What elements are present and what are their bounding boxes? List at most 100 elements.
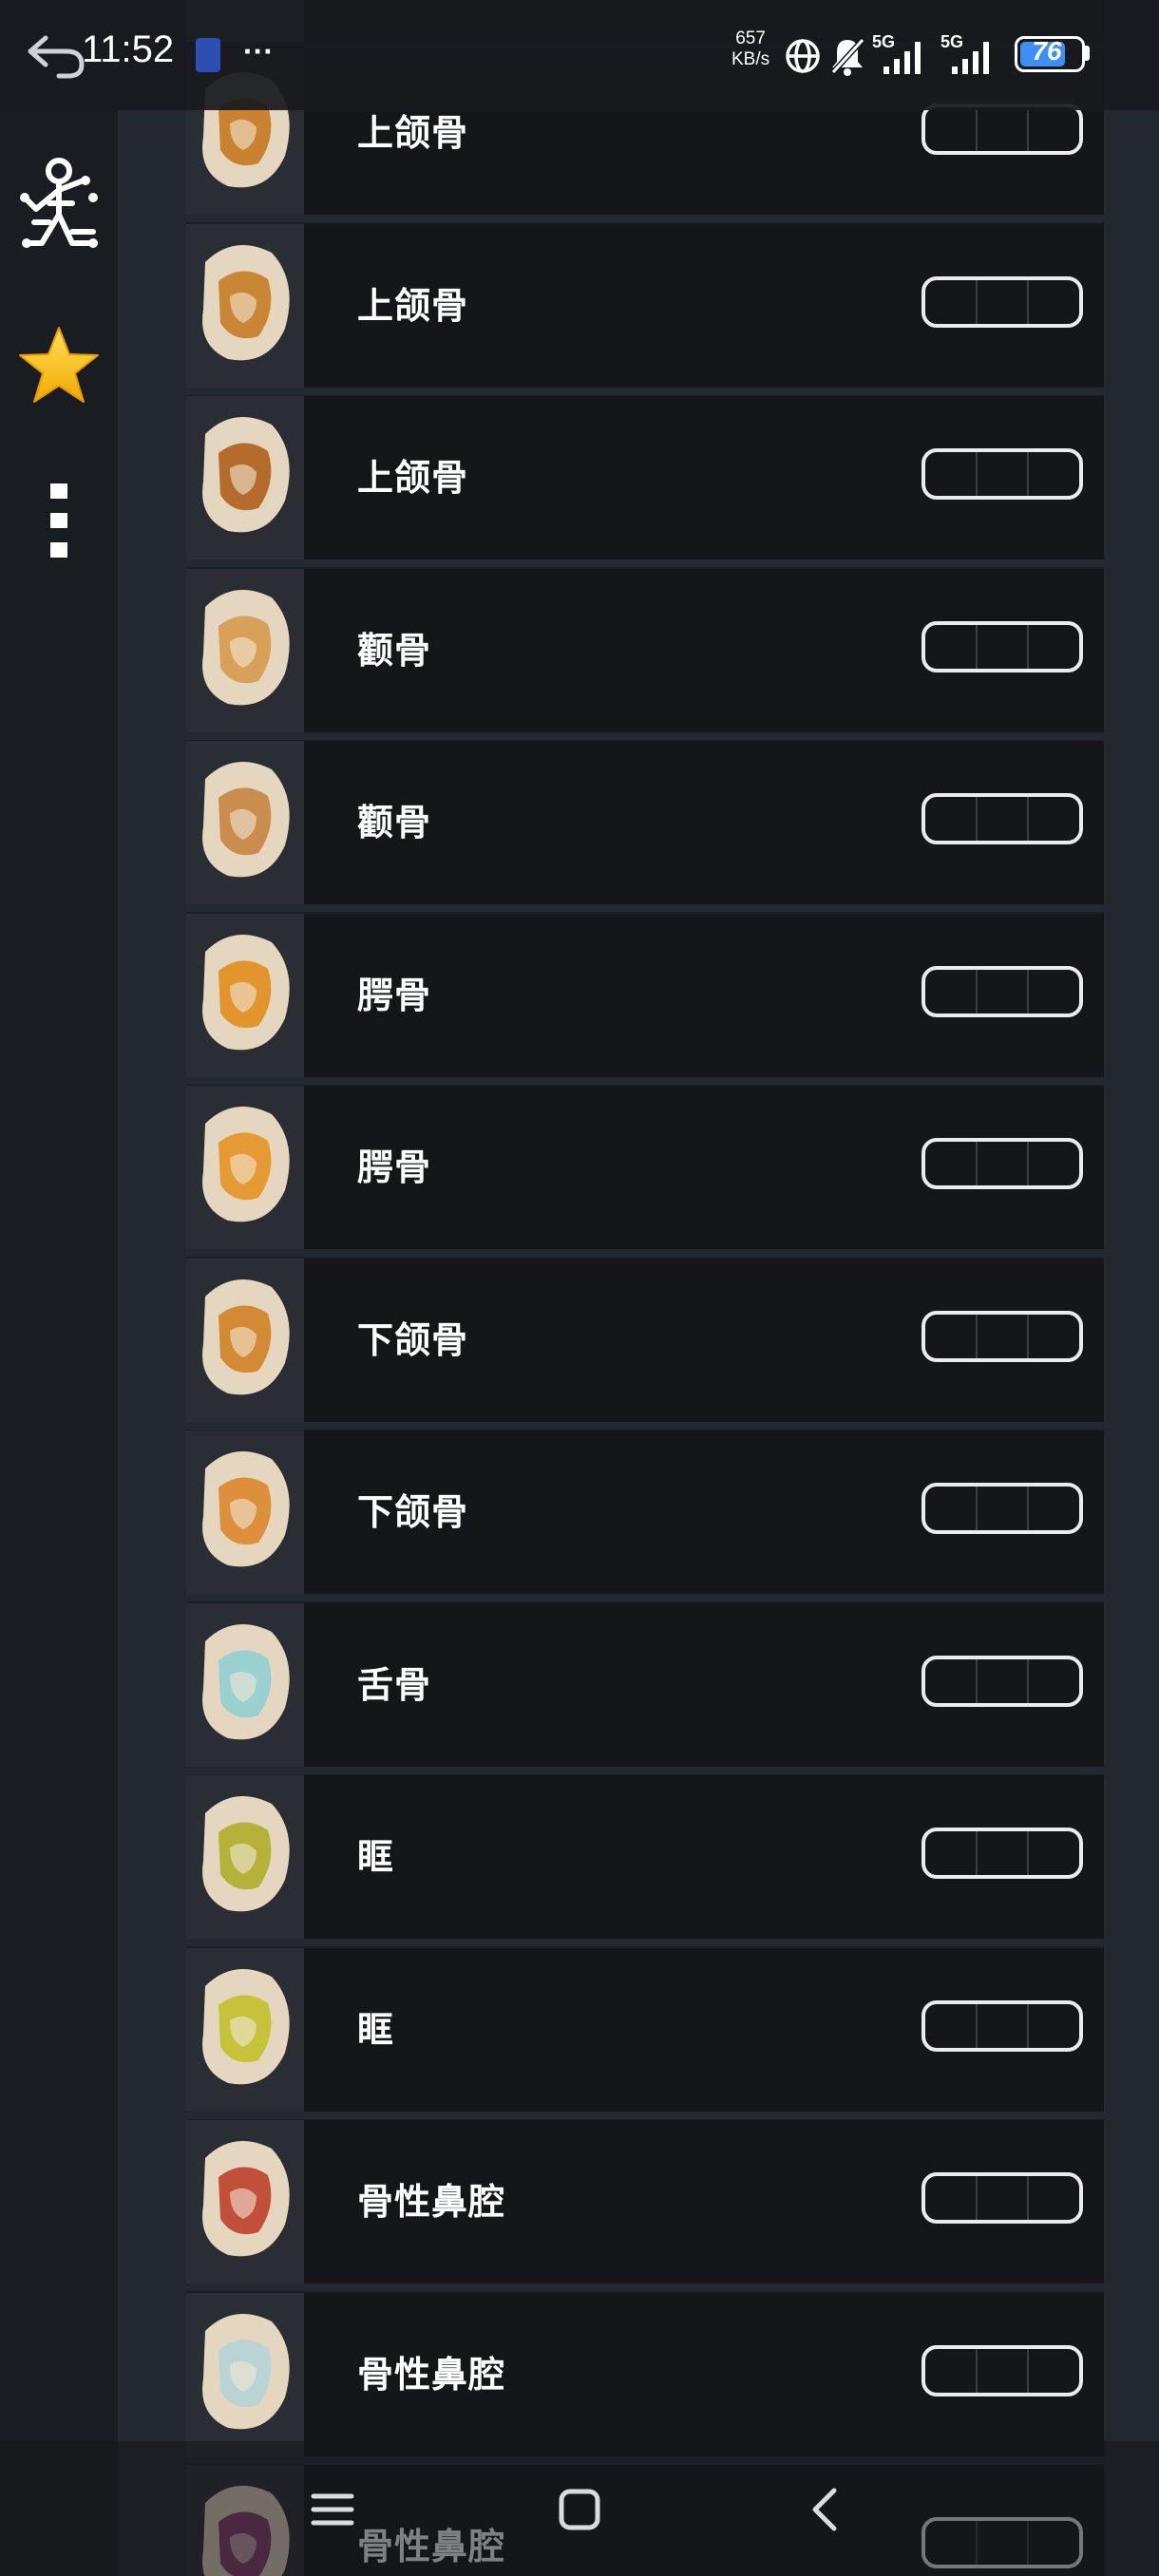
toggle-segment[interactable] (978, 1314, 1030, 1358)
toggle-segment[interactable] (978, 279, 1030, 324)
toggle-segment[interactable] (925, 1142, 978, 1185)
toggle-segment[interactable] (1029, 452, 1079, 496)
toggle-segment[interactable] (1029, 797, 1079, 841)
signal-bars-icon (884, 42, 921, 74)
toggle-segment[interactable] (925, 1487, 978, 1530)
anatomy-figure-icon (20, 158, 98, 248)
bone-name: 下颌骨 (357, 1318, 469, 1361)
visibility-toggle[interactable] (922, 965, 1083, 1017)
toggle-segment[interactable] (1029, 280, 1079, 324)
bone-list: 上颌骨上颌骨上颌骨颧骨颧骨腭骨腭骨下颌骨下颌骨舌骨眶眶骨性鼻腔骨性鼻腔骨性鼻腔 (186, 0, 1104, 2576)
visibility-toggle[interactable] (922, 1310, 1083, 1362)
bone-thumbnail (186, 396, 304, 559)
globe-icon (786, 39, 820, 73)
toggle-segment[interactable] (1029, 1659, 1079, 1703)
toggle-segment[interactable] (1029, 1487, 1079, 1530)
toggle-segment[interactable] (925, 107, 978, 151)
toggle-segment[interactable] (925, 452, 978, 496)
bone-shape-icon (186, 223, 304, 388)
visibility-toggle[interactable] (922, 1483, 1083, 1534)
sidebar-item-anatomy[interactable] (10, 156, 108, 255)
sidebar-item-favorites[interactable] (10, 315, 108, 414)
bone-thumbnail (186, 1086, 304, 1249)
toggle-segment[interactable] (978, 2176, 1030, 2220)
network-speed-unit: KB/s (732, 49, 770, 69)
visibility-toggle[interactable] (922, 448, 1083, 500)
toggle-segment[interactable] (1029, 970, 1079, 1013)
toggle-segment[interactable] (925, 2003, 978, 2048)
bone-shape-icon (186, 2292, 304, 2456)
toggle-segment[interactable] (925, 1314, 978, 1358)
toggle-segment[interactable] (978, 2348, 1030, 2393)
home-button[interactable] (549, 2479, 610, 2540)
list-item[interactable]: 腭骨 (186, 1086, 1104, 1257)
toggle-segment[interactable] (978, 1142, 1030, 1185)
toggle-segment[interactable] (1029, 2176, 1079, 2220)
toggle-segment[interactable] (978, 452, 1030, 496)
visibility-toggle[interactable] (922, 1655, 1083, 1707)
visibility-toggle[interactable] (922, 1828, 1083, 1879)
visibility-toggle[interactable] (922, 2344, 1083, 2396)
bone-name: 颧骨 (357, 802, 432, 843)
list-item[interactable]: 颧骨 (186, 741, 1104, 912)
toggle-segment[interactable] (978, 1831, 1030, 1875)
battery-level: 76 (1032, 36, 1062, 66)
toggle-segment[interactable] (1029, 2004, 1079, 2048)
toggle-segment[interactable] (1029, 2349, 1079, 2393)
list-item[interactable]: 颧骨 (186, 568, 1104, 740)
visibility-toggle[interactable] (922, 620, 1083, 672)
toggle-segment[interactable] (925, 624, 978, 669)
toggle-segment[interactable] (978, 2003, 1030, 2048)
toggle-segment[interactable] (1029, 625, 1079, 669)
bone-shape-icon (186, 1775, 304, 1939)
back-arrow-icon[interactable] (25, 30, 86, 80)
list-item[interactable]: 下颌骨 (186, 1258, 1104, 1430)
toggle-segment[interactable] (978, 107, 1030, 151)
chevron-left-icon (812, 2488, 837, 2531)
sidebar-item-more[interactable] (10, 471, 108, 570)
visibility-toggle[interactable] (922, 2172, 1083, 2224)
toggle-segment[interactable] (1029, 1831, 1079, 1875)
bone-shape-icon (186, 568, 304, 732)
toggle-segment[interactable] (978, 1658, 1030, 1703)
network-speed-value: 657 (735, 28, 766, 48)
list-item[interactable]: 眶 (186, 1947, 1104, 2119)
toggle-segment[interactable] (978, 797, 1030, 841)
list-item[interactable]: 舌骨 (186, 1602, 1104, 1774)
toggle-segment[interactable] (978, 969, 1030, 1013)
back-button[interactable] (794, 2479, 855, 2540)
recent-apps-button[interactable] (302, 2479, 363, 2540)
list-item[interactable]: 上颌骨 (186, 223, 1104, 395)
toggle-segment[interactable] (1029, 107, 1079, 151)
list-item[interactable]: 腭骨 (186, 913, 1104, 1085)
toggle-segment[interactable] (1029, 1142, 1079, 1185)
toggle-segment[interactable] (925, 797, 978, 841)
toggle-segment[interactable] (925, 2348, 978, 2393)
bone-name: 腭骨 (357, 974, 432, 1016)
bone-name: 下颌骨 (357, 1491, 469, 1533)
list-item[interactable]: 骨性鼻腔 (186, 2120, 1104, 2291)
visibility-toggle[interactable] (922, 1999, 1083, 2052)
bone-thumbnail (186, 2120, 304, 2283)
list-item[interactable]: 眶 (186, 1775, 1104, 1946)
toggle-segment[interactable] (978, 1487, 1030, 1530)
toggle-segment[interactable] (925, 1831, 978, 1875)
bone-shape-icon (186, 913, 304, 1077)
toggle-segment[interactable] (925, 279, 978, 324)
visibility-toggle[interactable] (922, 1138, 1083, 1189)
toggle-segment[interactable] (1029, 1315, 1079, 1358)
list-item[interactable]: 骨性鼻腔 (186, 2292, 1104, 2464)
visibility-toggle[interactable] (922, 793, 1083, 844)
more-notifications-icon: ··· (243, 34, 274, 68)
visibility-toggle[interactable] (922, 104, 1083, 155)
list-item[interactable]: 上颌骨 (186, 396, 1104, 567)
bone-thumbnail (186, 1775, 304, 1939)
toggle-segment[interactable] (925, 969, 978, 1013)
list-item[interactable]: 下颌骨 (186, 1430, 1104, 1601)
visibility-toggle[interactable] (922, 275, 1083, 328)
bone-thumbnail (186, 913, 304, 1077)
toggle-segment[interactable] (978, 624, 1030, 669)
toggle-segment[interactable] (925, 2176, 978, 2220)
bone-thumbnail (186, 223, 304, 388)
toggle-segment[interactable] (925, 1658, 978, 1703)
